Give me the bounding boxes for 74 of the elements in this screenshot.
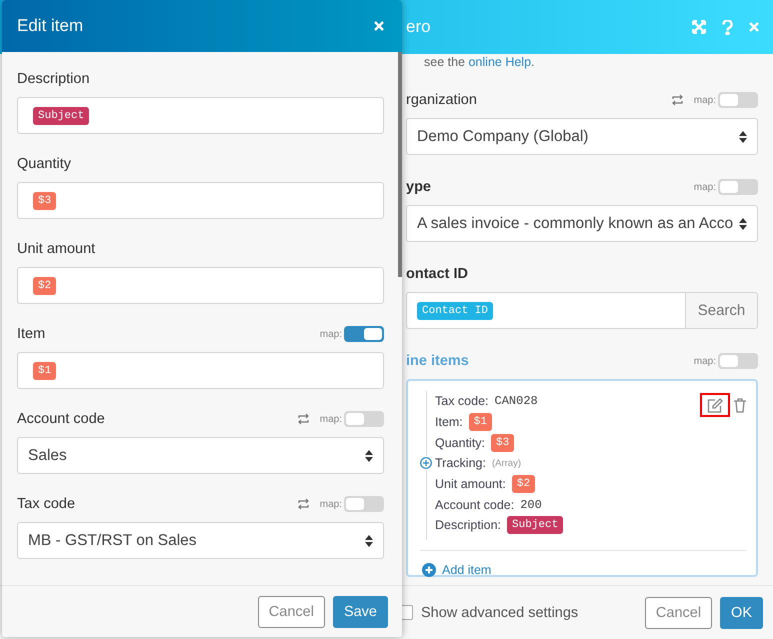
map-toggle[interactable] (718, 179, 758, 195)
input-field[interactable]: Subject (17, 97, 384, 134)
variable-tag: Contact ID (417, 302, 494, 320)
input-field[interactable]: $1 (17, 352, 384, 389)
select-field[interactable]: Sales (17, 437, 384, 474)
select-field[interactable]: MB - GST/RST on Sales (17, 522, 384, 559)
map-label: map: (320, 414, 342, 424)
field-label: rganization (406, 92, 478, 108)
close-icon[interactable] (749, 22, 759, 32)
variable-tag: $1 (468, 413, 492, 432)
module-title: ero (406, 17, 432, 37)
dialog-title: Edit item (17, 16, 84, 36)
variable-tag: $2 (33, 276, 56, 294)
sort-caret-icon (739, 218, 747, 230)
variable-tag: Subject (507, 516, 564, 534)
cancel-button[interactable]: Cancel (644, 596, 712, 628)
variable-tag: $2 (512, 475, 536, 494)
ok-button[interactable]: OK (720, 596, 763, 628)
field-label: Tax code (17, 496, 76, 512)
item-property-label: Tracking: (435, 456, 486, 470)
close-icon[interactable] (374, 21, 384, 31)
sort-caret-icon (739, 130, 747, 142)
online-help-link[interactable]: online Help (468, 55, 532, 69)
variable-tag: $3 (491, 434, 514, 452)
scrollbar-thumb[interactable] (398, 52, 402, 277)
select-field[interactable]: Demo Company (Global) (406, 118, 758, 155)
field-label: ype (406, 179, 432, 195)
save-button[interactable]: Save (332, 596, 388, 628)
item-property-value: CAN028 (494, 394, 538, 408)
map-toggle[interactable] (344, 496, 384, 512)
array-hint: (Array) (492, 458, 521, 469)
map-label: map: (320, 328, 342, 340)
edit-pencil-icon (707, 398, 723, 412)
variable-tag: Subject (33, 106, 90, 124)
item-property-label: Unit amount: (435, 477, 506, 492)
select-field[interactable]: A sales invoice - commonly known as an Acco (406, 205, 758, 242)
input-field[interactable]: $3 (17, 182, 384, 219)
map-label: map: (694, 94, 716, 106)
add-item-button[interactable]: Add item (420, 550, 746, 577)
sort-caret-icon (365, 450, 373, 462)
delete-trash-icon[interactable] (734, 398, 746, 412)
item-property-label: Description: (435, 518, 501, 532)
item-property-label: Tax code: (435, 394, 489, 408)
variable-tag: $1 (33, 362, 56, 380)
field-label: ine items (406, 353, 470, 369)
map-toggle[interactable] (718, 353, 758, 369)
map-toggle[interactable] (344, 411, 384, 427)
field-label: Description (17, 71, 91, 87)
map-label: map: (320, 498, 342, 510)
sort-caret-icon (365, 534, 373, 546)
expand-plus-icon[interactable] (419, 456, 433, 470)
map-label: map: (694, 182, 716, 192)
item-property-value: 200 (520, 498, 542, 512)
field-label: Account code (17, 411, 106, 427)
edit-button[interactable] (700, 393, 730, 417)
field-label: Quantity (17, 156, 72, 172)
item-property-label: Quantity: (435, 436, 486, 450)
field-label: ontact ID (406, 266, 470, 282)
cancel-button[interactable]: Cancel (258, 596, 325, 628)
advanced-settings-label: Show advanced settings (421, 604, 580, 620)
search-button[interactable]: Search (685, 292, 758, 329)
input-field[interactable]: $2 (17, 267, 384, 304)
variable-tag: $3 (33, 192, 56, 210)
item-property-label: Account code: (435, 498, 514, 512)
map-toggle[interactable] (344, 326, 384, 342)
contact-id-field[interactable]: Contact ID (406, 292, 685, 329)
map-label: map: (694, 356, 716, 366)
help-icon[interactable] (722, 20, 733, 34)
field-label: Item (17, 326, 46, 342)
expand-icon[interactable] (692, 20, 706, 34)
map-toggle[interactable] (718, 92, 758, 108)
help-text: see the online Help. (423, 54, 536, 70)
item-property-label: Item: (435, 415, 463, 430)
field-label: Unit amount (17, 241, 96, 257)
